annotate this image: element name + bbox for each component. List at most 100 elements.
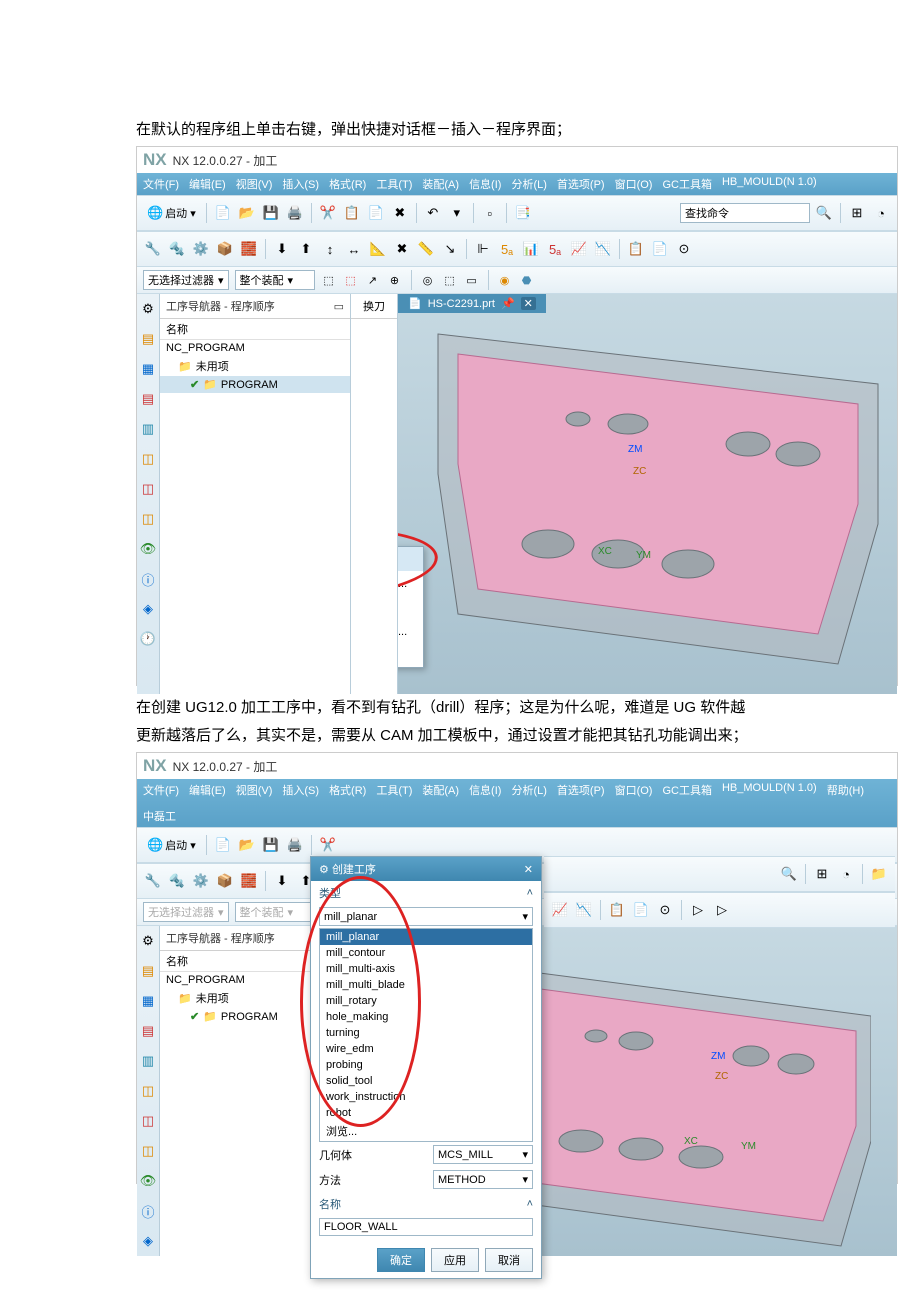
toolbar-right-frag[interactable]: 🔍 ⊞ ◔ 📁 📈 📉 📋 📄 ⊙ ▷ ▷	[544, 856, 895, 928]
lb2-e[interactable]: ▥	[139, 1052, 157, 1070]
lb2-h[interactable]: ◫	[139, 1142, 157, 1160]
menu-tools[interactable]: 工具(T)	[376, 176, 412, 192]
undo-icon[interactable]: ↶	[423, 203, 443, 223]
cam-ico-13[interactable]: ↘	[440, 239, 460, 259]
frag-b1[interactable]: 📈	[550, 900, 570, 920]
filter-none[interactable]: 无选择过滤器▾	[143, 270, 229, 290]
frag-b2[interactable]: 📉	[574, 900, 594, 920]
cam-ico-12[interactable]: 📏	[416, 239, 436, 259]
cam-ico-6b[interactable]: ⬇	[272, 871, 292, 891]
save-icon[interactable]: 💾	[261, 203, 281, 223]
fb-ico-4[interactable]: ⊕	[387, 272, 403, 288]
fb-ico-9[interactable]: ⬣	[519, 272, 535, 288]
fb-ico-5[interactable]: ◎	[420, 272, 436, 288]
type-solid-tool[interactable]: solid_tool	[320, 1073, 532, 1089]
cam-ico-14[interactable]: ⊩	[473, 239, 493, 259]
menu2-tools[interactable]: 工具(T)	[376, 782, 412, 798]
insert-submenu[interactable]: ⚙工序... 📁程序组... 🔧刀具... ◈几何体... 📋方法...	[398, 546, 424, 668]
save-icon-2[interactable]: 💾	[261, 835, 281, 855]
menu-prefs[interactable]: 首选项(P)	[557, 176, 605, 192]
chevron-up-icon-2[interactable]: ˄	[527, 1198, 533, 1210]
nc-program[interactable]: NC_PROGRAM	[160, 340, 350, 356]
dlg-geom-sel[interactable]: MCS_MILL▾	[433, 1145, 533, 1164]
menu-bar[interactable]: 文件(F) 编辑(E) 视图(V) 插入(S) 格式(R) 工具(T) 装配(A…	[137, 173, 897, 195]
start-button-2[interactable]: 🌐 启动 ▾	[143, 835, 200, 855]
redo-icon[interactable]: ▾	[447, 203, 467, 223]
frag-b5[interactable]: ⊙	[655, 900, 675, 920]
search-command[interactable]: 查找命令	[680, 203, 810, 223]
start-button[interactable]: 🌐 启动 ▾	[143, 203, 200, 223]
cut-icon[interactable]: ✂️	[318, 203, 338, 223]
dlg-type-list[interactable]: mill_planar mill_contour mill_multi-axis…	[319, 928, 533, 1142]
menu2-help[interactable]: 帮助(H)	[827, 782, 864, 798]
lb-d-icon[interactable]: ▥	[139, 420, 157, 438]
lb-b-icon[interactable]: ▦	[139, 360, 157, 378]
type-probing[interactable]: probing	[320, 1057, 532, 1073]
cam-ico-15[interactable]: 5ₐ	[497, 239, 517, 259]
cam-ico-17[interactable]: 5ₐ	[545, 239, 565, 259]
cam-ico-8[interactable]: ↕	[320, 239, 340, 259]
lb2-c[interactable]: ▦	[139, 992, 157, 1010]
program-node-2[interactable]: ✔📁PROGRAM	[160, 1008, 310, 1025]
lb-e-icon[interactable]: ◫	[139, 450, 157, 468]
lb-h-icon[interactable]: 👁	[139, 540, 157, 558]
menu-analysis[interactable]: 分析(L)	[511, 176, 546, 192]
fb-ico-1[interactable]: ⬚	[321, 272, 337, 288]
frag-b4[interactable]: 📄	[631, 900, 651, 920]
view-icon[interactable]: ⊞	[847, 203, 867, 223]
filter-none-2[interactable]: 无选择过滤器▾	[143, 902, 229, 922]
create-operation-dialog[interactable]: ⚙ 创建工序✕ 类型˄ mill_planar▾ mill_planar mil…	[310, 856, 542, 1279]
paste-icon[interactable]: 📄	[366, 203, 386, 223]
cut-icon-2[interactable]: ✂️	[318, 835, 338, 855]
menu-info[interactable]: 信息(I)	[469, 176, 501, 192]
cancel-button[interactable]: 取消	[485, 1248, 533, 1272]
lb2-a[interactable]: ⚙	[139, 932, 157, 950]
menu-bar-2[interactable]: 文件(F) 编辑(E) 视图(V) 插入(S) 格式(R) 工具(T) 装配(A…	[137, 779, 897, 827]
menu2-view[interactable]: 视图(V)	[236, 782, 273, 798]
lb-i-icon[interactable]: ⓘ	[139, 570, 157, 588]
print-icon-2[interactable]: 🖨️	[285, 835, 305, 855]
lb2-g[interactable]: ◫	[139, 1112, 157, 1130]
frag-b3[interactable]: 📋	[607, 900, 627, 920]
menu-format[interactable]: 格式(R)	[329, 176, 366, 192]
type-browse[interactable]: 浏览...	[320, 1121, 532, 1141]
toolbar-2[interactable]: 🔧 🔩 ⚙️ 📦 🧱 ⬇ ⬆ ↕ ↔ 📐 ✖ 📏 ↘ ⊩ 5ₐ 📊 5ₐ 📈 📉…	[137, 231, 897, 267]
cam-ico-3[interactable]: ⚙️	[191, 239, 211, 259]
lb2-j[interactable]: ⓘ	[139, 1202, 157, 1220]
type-mill-rotary[interactable]: mill_rotary	[320, 993, 532, 1009]
menu2-window[interactable]: 窗口(O)	[615, 782, 653, 798]
lb-c-icon[interactable]: ▤	[139, 390, 157, 408]
unused-items-2[interactable]: 📁未用项	[160, 988, 310, 1008]
cam-ico-11[interactable]: ✖	[392, 239, 412, 259]
unused-items[interactable]: 📁未用项	[160, 356, 350, 376]
menu-hbmould[interactable]: HB_MOULD(N 1.0)	[722, 176, 817, 192]
frag-folder-icon[interactable]: 📁	[869, 864, 889, 884]
cam-ico-9[interactable]: ↔	[344, 239, 364, 259]
lb-f-icon[interactable]: ◫	[139, 480, 157, 498]
menu-file[interactable]: 文件(F)	[143, 176, 179, 192]
chevron-up-icon[interactable]: ˄	[527, 887, 533, 899]
lb2-b[interactable]: ▤	[139, 962, 157, 980]
menu-view[interactable]: 视图(V)	[236, 176, 273, 192]
menu2-analysis[interactable]: 分析(L)	[511, 782, 546, 798]
open-icon[interactable]: 📂	[237, 203, 257, 223]
type-mill-multi-axis[interactable]: mill_multi-axis	[320, 961, 532, 977]
toolbar-1[interactable]: 🌐 启动 ▾ 📄 📂 💾 🖨️ ✂️ 📋 📄 ✖ ↶ ▾ ▫ 📑 查找命令 🔍 …	[137, 195, 897, 231]
menu-window[interactable]: 窗口(O)	[615, 176, 653, 192]
menu-assembly[interactable]: 装配(A)	[422, 176, 459, 192]
lb2-d[interactable]: ▤	[139, 1022, 157, 1040]
dlg-name-input[interactable]: FLOOR_WALL	[319, 1218, 533, 1236]
cam-ico-22[interactable]: ⊙	[674, 239, 694, 259]
sub-geom[interactable]: ◈几何体...	[398, 619, 423, 643]
cam-ico-16[interactable]: 📊	[521, 239, 541, 259]
cam-ico-1b[interactable]: 🔧	[143, 871, 163, 891]
type-mill-multi-blade[interactable]: mill_multi_blade	[320, 977, 532, 993]
open-icon-2[interactable]: 📂	[237, 835, 257, 855]
delete-icon[interactable]: ✖	[390, 203, 410, 223]
sub-method[interactable]: 📋方法...	[398, 643, 423, 667]
ok-button[interactable]: 确定	[377, 1248, 425, 1272]
lb-j-icon[interactable]: ◈	[139, 600, 157, 618]
menu-insert[interactable]: 插入(S)	[282, 176, 319, 192]
lb2-i[interactable]: 👁	[139, 1172, 157, 1190]
frag-b6[interactable]: ▷	[688, 900, 708, 920]
